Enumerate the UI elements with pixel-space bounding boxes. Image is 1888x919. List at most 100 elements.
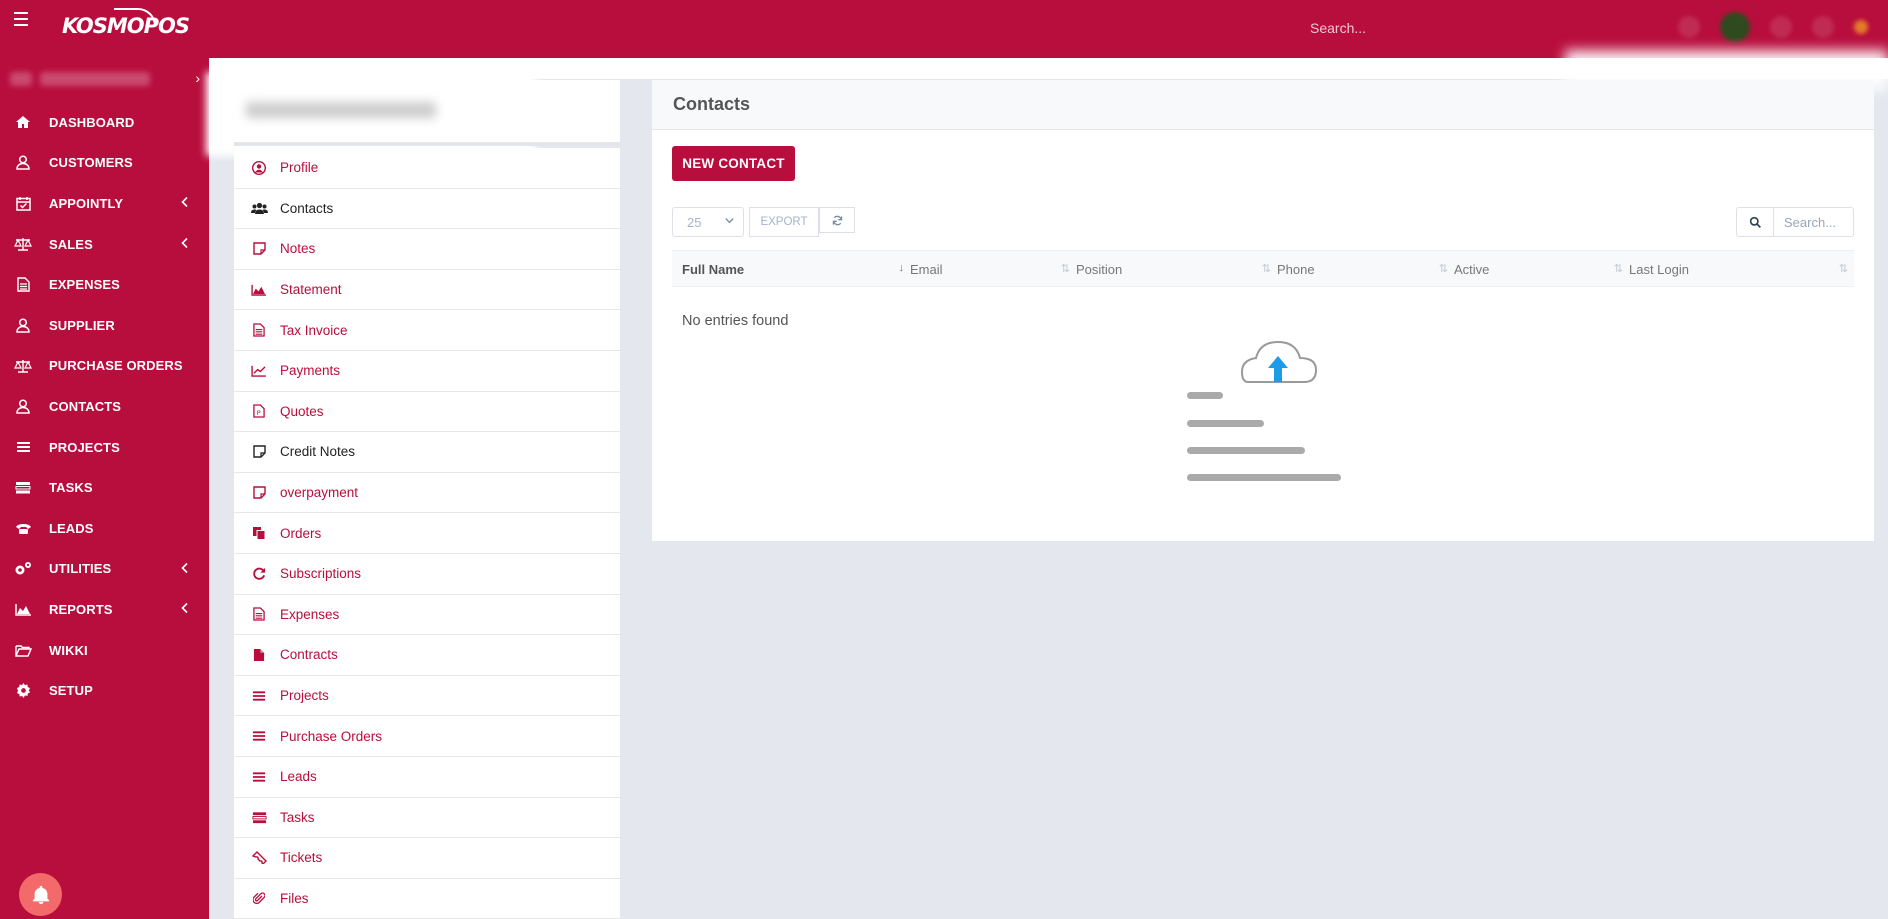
file-text-icon	[250, 323, 268, 337]
column-header-last-login[interactable]: Last Login ⇅	[1629, 251, 1854, 288]
sidebar-item-label: EXPENSES	[49, 277, 120, 293]
sidebar: › DASHBOARD CUSTOMERS APPOINTLY SALES EXPENS…	[0, 58, 209, 919]
tab-subscriptions[interactable]: Subscriptions	[234, 554, 620, 595]
tab-overpayment[interactable]: overpayment	[234, 473, 620, 514]
chevron-left-icon	[181, 237, 189, 252]
tab-label: Notes	[280, 241, 316, 257]
sidebar-item-setup[interactable]: SETUP	[0, 670, 209, 711]
sidebar-item-contacts[interactable]: CONTACTS	[0, 386, 209, 427]
sidebar-item-leads[interactable]: LEADS	[0, 508, 209, 549]
sidebar-item-reports[interactable]: REPORTS	[0, 589, 209, 630]
column-header-active[interactable]: Active ⇅	[1454, 251, 1629, 288]
tab-label: Contacts	[280, 200, 334, 216]
column-header-position[interactable]: Position ⇅	[1076, 251, 1277, 288]
sidebar-user[interactable]: ›	[10, 68, 200, 90]
sidebar-item-customers[interactable]: CUSTOMERS	[0, 143, 209, 184]
tab-quotes[interactable]: P Quotes	[234, 392, 620, 433]
page-title: Contacts	[673, 94, 751, 114]
sidebar-item-label: SUPPLIER	[49, 317, 115, 333]
tab-leads[interactable]: Leads	[234, 757, 620, 798]
tab-payments[interactable]: Payments	[234, 351, 620, 392]
sidebar-item-utilities[interactable]: UTILITIES	[0, 549, 209, 590]
home-icon	[14, 113, 32, 131]
chevron-right-icon: ›	[195, 70, 200, 86]
sticky-note-icon	[250, 445, 268, 459]
tab-purchase-orders[interactable]: Purchase Orders	[234, 716, 620, 757]
sidebar-item-tasks[interactable]: TASKS	[0, 467, 209, 508]
sidebar-item-appointly[interactable]: APPOINTLY	[0, 183, 209, 224]
tab-statement[interactable]: Statement	[234, 270, 620, 311]
tab-files[interactable]: Files	[234, 879, 620, 919]
table-search	[1736, 207, 1854, 237]
sidebar-item-label: PROJECTS	[49, 439, 120, 455]
column-header-label: Full Name	[682, 262, 745, 277]
avatar[interactable]	[1720, 12, 1750, 42]
column-header-full-name[interactable]: Full Name ↓	[682, 251, 910, 288]
sidebar-item-purchase-orders[interactable]: PURCHASE ORDERS	[0, 346, 209, 387]
tab-label: Leads	[280, 769, 317, 785]
tab-contracts[interactable]: Contracts	[234, 635, 620, 676]
balance-scale-icon	[14, 235, 32, 253]
tab-contacts[interactable]: Contacts	[234, 189, 620, 230]
sidebar-item-wikki[interactable]: WIKKI	[0, 630, 209, 671]
tab-tasks[interactable]: Tasks	[234, 798, 620, 839]
search-icon[interactable]	[1736, 207, 1774, 237]
client-name-card	[206, 72, 620, 156]
tab-label: Tickets	[280, 850, 323, 866]
line-chart-icon	[250, 365, 268, 377]
column-header-label: Active	[1454, 262, 1490, 277]
sidebar-item-expenses[interactable]: EXPENSES	[0, 264, 209, 305]
blurred-icon[interactable]	[1678, 16, 1700, 38]
phone-icon	[14, 519, 32, 537]
column-header-label: Email	[910, 262, 943, 277]
sort-icon: ⇅	[1838, 263, 1848, 275]
sidebar-item-supplier[interactable]: SUPPLIER	[0, 305, 209, 346]
chevron-down-icon	[724, 215, 735, 229]
panel-header: Contacts	[652, 80, 1874, 130]
tab-projects[interactable]: Projects	[234, 676, 620, 717]
bell-icon[interactable]	[19, 873, 62, 916]
global-search-input[interactable]	[1310, 20, 1510, 36]
area-chart-icon	[14, 600, 32, 618]
customer-tabs: Profile Contacts Notes Statement Tax Invoice…	[234, 148, 620, 919]
menu-icon[interactable]	[10, 12, 28, 26]
tab-orders[interactable]: Orders	[234, 513, 620, 554]
export-button[interactable]: EXPORT	[749, 207, 819, 237]
tab-expenses[interactable]: Expenses	[234, 595, 620, 636]
blurred-icon[interactable]	[1770, 16, 1792, 38]
sticky-note-icon	[250, 486, 268, 499]
kosmopos-logo[interactable]: KOSMOPOS	[62, 8, 190, 38]
table-search-input[interactable]	[1774, 207, 1854, 237]
new-contact-button[interactable]: NEW CONTACT	[672, 146, 795, 181]
tab-credit-notes[interactable]: Credit Notes	[234, 432, 620, 473]
chevron-left-icon	[181, 561, 189, 576]
tab-label: Statement	[280, 282, 342, 298]
user-icon	[14, 154, 32, 172]
gear-icon	[14, 682, 32, 700]
bars-icon	[250, 730, 268, 742]
tab-label: Contracts	[280, 647, 338, 663]
page-length-select[interactable]: 25	[672, 207, 744, 237]
sidebar-item-projects[interactable]: PROJECTS	[0, 427, 209, 468]
column-header-phone[interactable]: Phone ⇅	[1277, 251, 1454, 288]
calendar-check-icon	[14, 194, 32, 212]
tab-label: Quotes	[280, 403, 324, 419]
sticky-note-icon	[250, 242, 268, 256]
tab-label: Credit Notes	[280, 444, 356, 460]
refresh-icon[interactable]	[819, 207, 855, 233]
user-icon	[14, 316, 32, 334]
table-header: Full Name ↓ Email ⇅ Position ⇅ Phone ⇅ Active ⇅ La…	[672, 250, 1854, 287]
blurred-icon[interactable]	[1812, 16, 1834, 38]
column-header-email[interactable]: Email ⇅	[910, 251, 1076, 288]
area-chart-icon	[250, 284, 268, 296]
notification-dot-icon[interactable]	[1854, 20, 1868, 34]
sidebar-item-label: CUSTOMERS	[49, 155, 133, 171]
tab-tickets[interactable]: Tickets	[234, 838, 620, 879]
tab-tax-invoice[interactable]: Tax Invoice	[234, 310, 620, 351]
sidebar-item-sales[interactable]: SALES	[0, 224, 209, 265]
sidebar-item-label: SALES	[49, 236, 93, 252]
tab-notes[interactable]: Notes	[234, 229, 620, 270]
tab-profile[interactable]: Profile	[234, 148, 620, 189]
tab-label: Files	[280, 890, 309, 906]
sidebar-item-dashboard[interactable]: DASHBOARD	[0, 102, 209, 143]
